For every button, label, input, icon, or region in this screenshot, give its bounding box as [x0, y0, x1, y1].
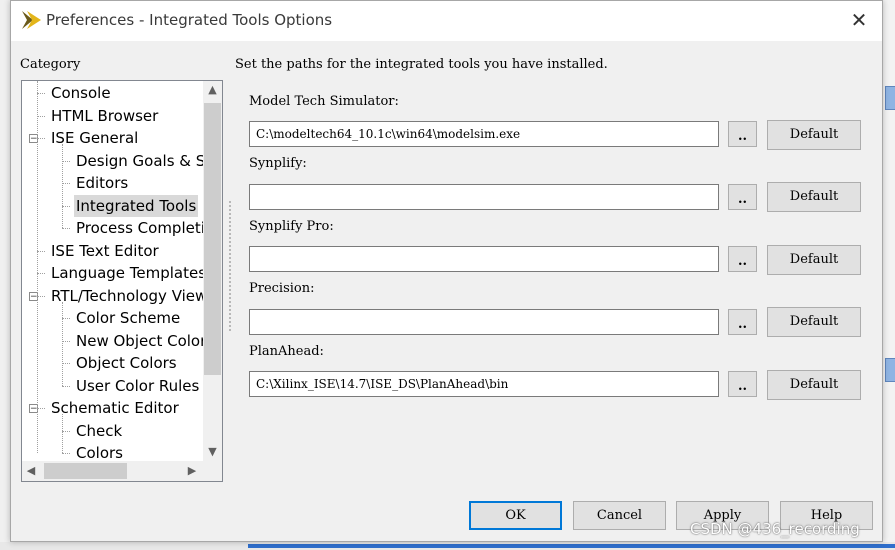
tree-guide-line — [62, 414, 63, 453]
scroll-right-arrow-icon[interactable]: ▶ — [183, 461, 201, 481]
precision-browse-button[interactable]: .. — [728, 309, 757, 335]
tree-connector — [62, 160, 70, 162]
tree-item-user-color-rules[interactable]: User Color Rules — [74, 375, 201, 397]
planahead-label: PlanAhead: — [249, 344, 324, 359]
ok-button[interactable]: OK — [469, 501, 562, 530]
category-tree[interactable]: Console HTML Browser − ISE General Design Go… — [21, 80, 223, 482]
precision-path-input[interactable] — [249, 309, 719, 335]
close-icon: ✕ — [850, 8, 868, 32]
background-window-right — [883, 0, 895, 550]
model-tech-simulator-default-button[interactable]: Default — [767, 120, 861, 150]
tree-guide-line — [62, 301, 63, 386]
tree-connector — [62, 183, 70, 184]
tree-connector — [37, 273, 45, 274]
tree-connector — [37, 115, 45, 117]
planahead-default-button[interactable]: Default — [767, 370, 861, 400]
synplify-pro-label: Synplify Pro: — [249, 219, 334, 234]
model-tech-simulator-label: Model Tech Simulator: — [249, 94, 399, 109]
synplify-pro-browse-button[interactable]: .. — [728, 246, 757, 272]
tree-vertical-scrollbar[interactable]: ▲ ▼ — [203, 81, 222, 461]
tree-item-object-colors[interactable]: Object Colors — [74, 352, 179, 374]
precision-label: Precision: — [249, 281, 315, 296]
synplify-browse-button[interactable]: .. — [728, 184, 757, 210]
synplify-pro-default-button[interactable]: Default — [767, 245, 861, 275]
tree-item-html-browser[interactable]: HTML Browser — [49, 105, 160, 127]
tree-horizontal-scrollbar[interactable]: ◀ ▶ — [22, 461, 203, 481]
tree-item-design-goals-s[interactable]: Design Goals & S — [74, 150, 207, 172]
scroll-down-arrow-icon[interactable]: ▼ — [203, 443, 222, 461]
precision-default-button[interactable]: Default — [767, 307, 861, 337]
preferences-dialog: Preferences - Integrated Tools Options ✕… — [10, 0, 883, 542]
model-tech-simulator-browse-button[interactable]: .. — [728, 121, 757, 147]
category-label: Category — [20, 57, 81, 72]
scrollbar-thumb[interactable] — [204, 103, 221, 375]
tree-connector — [62, 228, 70, 229]
tree-item-console[interactable]: Console — [49, 82, 113, 104]
scrollbar-corner — [203, 461, 222, 481]
tree-guide-line — [62, 144, 63, 228]
tree-item-process-completi[interactable]: Process Completi — [74, 217, 207, 239]
tree-item-ise-text-editor[interactable]: ISE Text Editor — [49, 240, 161, 262]
tree-item-color-scheme[interactable]: Color Scheme — [74, 307, 182, 329]
model-tech-simulator-path-input[interactable] — [249, 121, 719, 147]
tree-connector — [62, 430, 70, 432]
background-highlight — [885, 358, 895, 382]
synplify-label: Synplify: — [249, 156, 307, 171]
tree-item-schematic-editor[interactable]: Schematic Editor — [49, 397, 181, 419]
tree-item-language-templates[interactable]: Language Templates — [49, 262, 208, 284]
tree-connector — [62, 453, 70, 454]
background-progress — [248, 544, 895, 548]
tree-connector — [37, 93, 45, 94]
tree-guide-line — [37, 81, 38, 453]
tree-item-rtl-technology-view[interactable]: RTL/Technology View — [49, 285, 209, 307]
cancel-button[interactable]: Cancel — [573, 501, 666, 530]
background-highlight — [885, 86, 895, 110]
tree-connector — [37, 138, 45, 139]
tree-connector — [37, 295, 45, 297]
planahead-path-input[interactable] — [249, 371, 719, 397]
tree-connector — [62, 340, 70, 342]
scroll-up-arrow-icon[interactable]: ▲ — [203, 81, 222, 99]
synplify-path-input[interactable] — [249, 184, 719, 210]
close-button[interactable]: ✕ — [836, 1, 882, 41]
scroll-left-arrow-icon[interactable]: ◀ — [22, 461, 40, 481]
synplify-default-button[interactable]: Default — [767, 182, 861, 212]
tree-item-new-object-color[interactable]: New Object Color — [74, 330, 208, 352]
intro-text: Set the paths for the integrated tools y… — [235, 57, 608, 72]
title-bar: Preferences - Integrated Tools Options ✕ — [11, 1, 882, 41]
tree-connector — [62, 205, 70, 207]
watermark: CSDN @436_recording — [690, 520, 860, 538]
tree-connector — [37, 250, 45, 252]
window-title: Preferences - Integrated Tools Options — [46, 11, 333, 29]
background-window-left — [0, 0, 10, 550]
planahead-browse-button[interactable]: .. — [728, 371, 757, 397]
xilinx-app-icon — [22, 11, 41, 29]
background-taskbar — [0, 542, 895, 550]
tree-connector — [37, 408, 45, 409]
scrollbar-thumb[interactable] — [44, 463, 127, 479]
pane-splitter[interactable] — [229, 201, 234, 331]
tree-item-integrated-tools[interactable]: Integrated Tools — [74, 194, 199, 217]
tree-connector — [62, 318, 70, 319]
tree-connector — [62, 385, 70, 387]
tree-item-check[interactable]: Check — [74, 420, 124, 442]
tree-item-editors[interactable]: Editors — [74, 172, 130, 194]
synplify-pro-path-input[interactable] — [249, 246, 719, 272]
tree-connector — [62, 363, 70, 364]
